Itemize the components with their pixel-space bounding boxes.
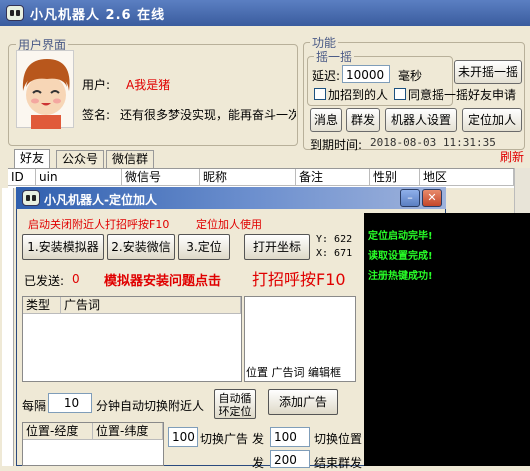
title-bar: 小凡机器人 2.6 在线 [0, 0, 530, 26]
interval-input[interactable]: 10 [48, 393, 92, 413]
add-found-label: 加招到的人 [328, 88, 389, 102]
agree-shake-checkbox[interactable] [394, 88, 406, 100]
coord-y: Y: 622 [316, 234, 353, 245]
signature-value: 还有很多梦没实现，能再奋斗一次 [120, 108, 296, 122]
shake-legend: 摇一摇 [314, 48, 355, 65]
subwindow-title: 小凡机器人-定位加人 [44, 193, 157, 207]
message-button[interactable]: 消息 [310, 108, 342, 132]
user-label: 用户: [82, 78, 111, 92]
log-panel: 定位启动完毕! 读取设置完成! 注册热键成功! [364, 213, 530, 466]
delay-input[interactable]: 10000 [342, 65, 390, 83]
column-header[interactable]: uin [36, 169, 122, 186]
add-found-checkbox[interactable] [314, 88, 326, 100]
friend-table: ID uin 微信号 昵称 备注 性别 地区 [8, 168, 514, 188]
column-header[interactable]: 地区 [420, 169, 514, 186]
switch-position-label: 切换位置 [314, 432, 363, 446]
robot-icon [22, 190, 40, 206]
column-header[interactable]: 性别 [370, 169, 420, 186]
robot-settings-button[interactable]: 机器人设置 [385, 108, 457, 132]
subwindow-title-bar: 小凡机器人-定位加人 – ✕ [16, 187, 446, 209]
column-header[interactable]: 备注 [296, 169, 370, 186]
column-header[interactable]: 位置-纬度 [93, 423, 163, 440]
mass-send-button[interactable]: 群发 [346, 108, 380, 132]
signature-label: 签名: [82, 108, 111, 122]
robot-icon [6, 5, 24, 21]
location-table: 位置-经度 位置-纬度 [22, 422, 164, 466]
open-coords-button[interactable]: 打开坐标 [244, 234, 310, 260]
column-header[interactable]: 位置-经度 [23, 423, 93, 440]
every-label: 每隔 [22, 399, 47, 413]
agree-shake-label: 同意摇一摇好友申请 [408, 88, 517, 102]
delay-label: 延迟: [312, 69, 341, 83]
tab-official-accounts[interactable]: 公众号 [56, 150, 105, 168]
refresh-link[interactable]: 刷新 [500, 148, 524, 165]
close-icon[interactable]: ✕ [422, 189, 442, 207]
locate-hint: 定位加人使用 [196, 218, 262, 231]
greet-f10-hint: 打招呼按F10 [252, 270, 346, 289]
delay-unit: 毫秒 [398, 69, 423, 83]
ad-table: 类型 广告词 [22, 296, 242, 382]
tab-groups[interactable]: 微信群 [106, 150, 155, 168]
column-header[interactable]: 广告词 [61, 297, 241, 314]
sent-label: 已发送: [24, 274, 65, 288]
locate-add-button[interactable]: 定位加人 [462, 108, 522, 132]
auto-loop-button[interactable]: 自动循环定位 [214, 389, 256, 419]
expiry-label: 到期时间: [310, 138, 363, 152]
send-label-2: 发 [252, 456, 265, 470]
f10-hint: 启动关闭附近人打招呼按F10 [28, 218, 170, 231]
edit-box-caption: 位置 广告词 编辑框 [246, 366, 341, 379]
tab-friends[interactable]: 好友 [14, 149, 51, 169]
window-title: 小凡机器人 2.6 在线 [30, 8, 166, 23]
column-header[interactable]: 微信号 [122, 169, 200, 186]
expiry-value: 2018-08-03 11:31:35 [370, 136, 496, 149]
coord-x: X: 671 [316, 248, 353, 259]
minimize-icon[interactable]: – [400, 189, 420, 207]
column-header[interactable]: ID [8, 169, 36, 186]
friend-table-body [2, 188, 14, 466]
end-mass-send-label: 结束群发 [314, 456, 363, 470]
log-line: 定位启动完毕! [368, 231, 433, 242]
log-line: 注册热键成功! [368, 271, 433, 282]
install-emulator-button[interactable]: 1.安装模拟器 [22, 234, 104, 260]
send-count-input-2[interactable]: 200 [270, 450, 310, 468]
switch-ad-count-input[interactable]: 100 [168, 427, 198, 447]
send-label: 发 [252, 432, 265, 446]
install-wechat-button[interactable]: 2.安装微信 [107, 234, 175, 260]
sent-value: 0 [72, 272, 80, 286]
column-header[interactable]: 类型 [23, 297, 61, 314]
emulator-help-link[interactable]: 模拟器安装问题点击 [104, 270, 221, 289]
user-value: A我是猪 [126, 78, 171, 92]
send-count-input[interactable]: 100 [270, 427, 310, 447]
locate-button[interactable]: 3.定位 [178, 234, 230, 260]
avatar [16, 50, 74, 129]
shake-button[interactable]: 未开摇一摇 [454, 60, 522, 84]
switch-interval-label: 分钟自动切换附近人 [96, 399, 205, 413]
add-ad-button[interactable]: 添加广告 [268, 389, 338, 415]
switch-ad-label: 切换广告 [200, 432, 249, 446]
column-header[interactable]: 昵称 [200, 169, 296, 186]
log-line: 读取设置完成! [368, 251, 433, 262]
